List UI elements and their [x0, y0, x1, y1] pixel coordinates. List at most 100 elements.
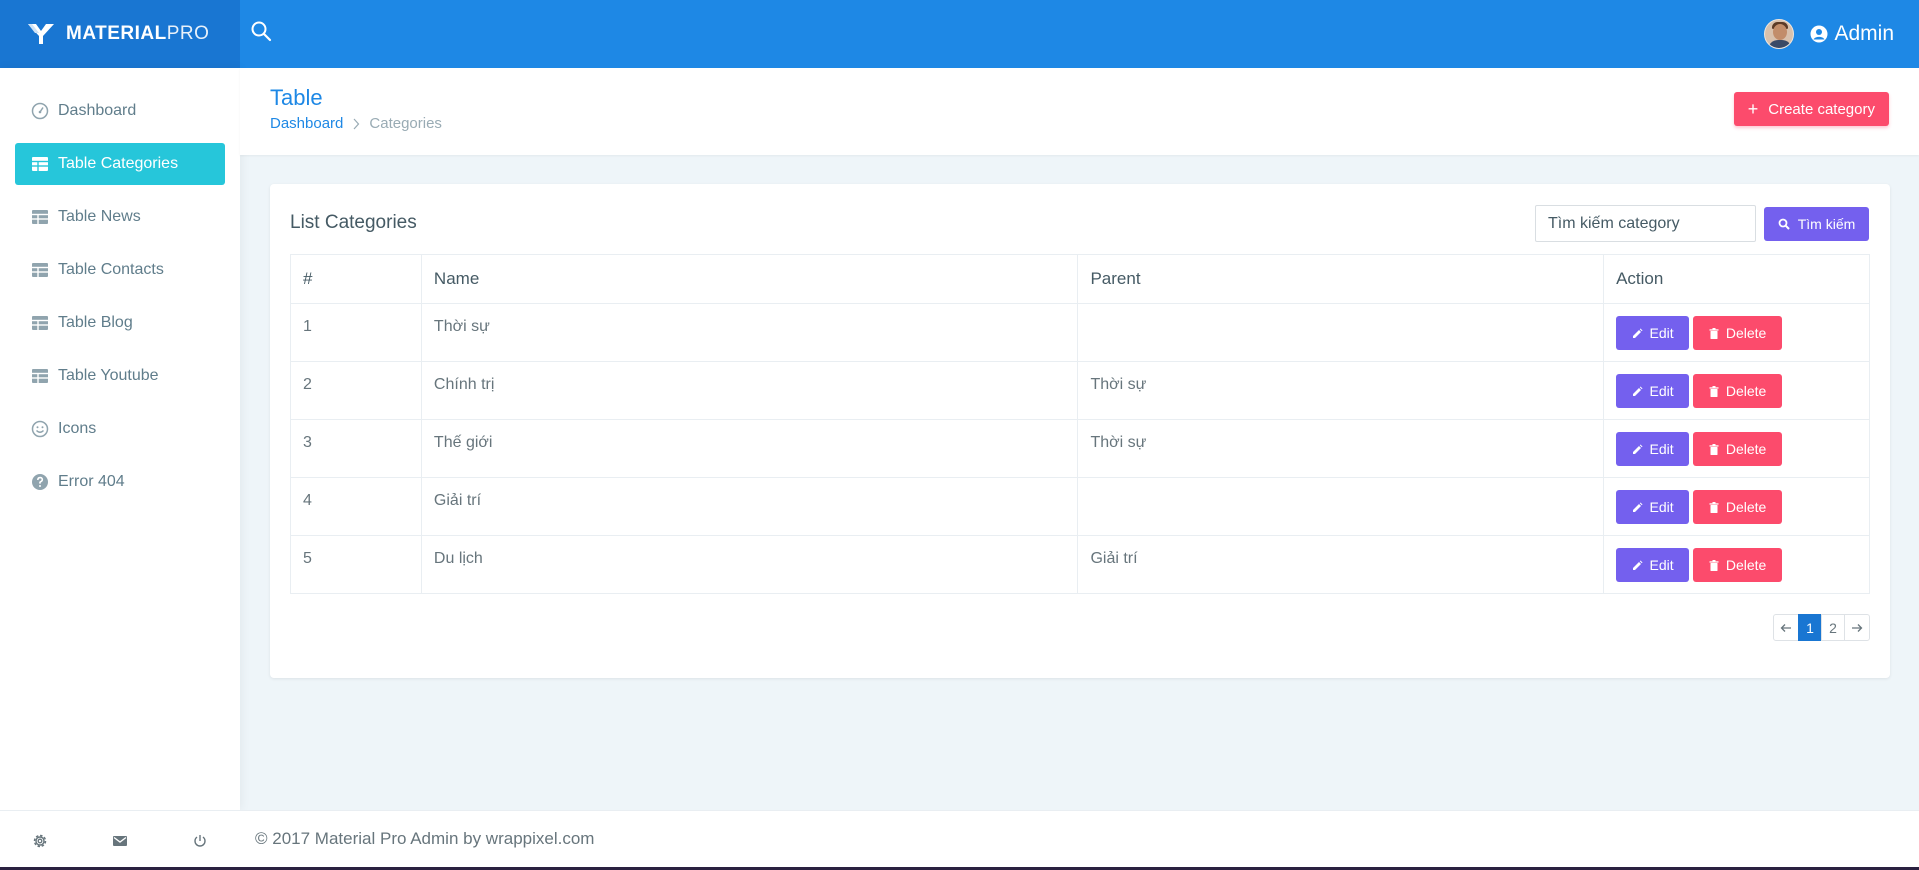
row-id: 3 [290, 419, 422, 478]
page-header: Table Dashboard Categories + Create cate… [240, 68, 1919, 155]
row-id: 5 [290, 535, 422, 594]
edit-button[interactable]: Edit [1616, 432, 1690, 466]
row-parent: Thời sự [1077, 419, 1605, 478]
sidebar-footer [0, 810, 240, 870]
delete-button[interactable]: Delete [1693, 374, 1783, 408]
search-icon[interactable] [250, 20, 276, 46]
breadcrumb-home[interactable]: Dashboard [270, 115, 343, 132]
row-parent [1077, 303, 1605, 362]
pencil-icon [1632, 560, 1650, 571]
table-icon [31, 261, 49, 279]
row-actions: Edit Delete [1603, 535, 1870, 594]
topbar: MATERIALPRO Admin [0, 0, 1919, 68]
pencil-icon [1632, 444, 1650, 455]
row-id: 2 [290, 361, 422, 420]
pencil-icon [1632, 502, 1650, 513]
table-header-row: # Name Parent Action [290, 254, 1870, 304]
row-actions: Edit Delete [1603, 477, 1870, 536]
row-actions: Edit Delete [1603, 361, 1870, 420]
table-icon [31, 208, 49, 226]
row-parent: Thời sự [1077, 361, 1605, 420]
arrow-left-icon [1780, 623, 1792, 633]
logo-icon [26, 22, 56, 46]
row-actions: Edit Delete [1603, 419, 1870, 478]
smile-icon [31, 420, 49, 438]
user-area: Admin [1764, 0, 1894, 68]
delete-button[interactable]: Delete [1693, 316, 1783, 350]
search-input[interactable] [1535, 205, 1756, 242]
column-header-name: Name [420, 254, 1079, 304]
column-header-id: # [290, 254, 422, 304]
table-icon [31, 155, 49, 173]
edit-button[interactable]: Edit [1616, 374, 1690, 408]
edit-button[interactable]: Edit [1616, 548, 1690, 582]
gear-icon[interactable] [20, 821, 60, 861]
row-id: 1 [290, 303, 422, 362]
row-name: Chính trị [420, 361, 1079, 420]
row-name: Du lịch [420, 535, 1079, 594]
trash-icon [1709, 385, 1726, 397]
sidebar-item-table-contacts[interactable]: Table Contacts [15, 249, 225, 291]
user-circle-icon [1810, 25, 1834, 43]
sidebar-item-dashboard[interactable]: Dashboard [15, 90, 225, 132]
column-header-parent: Parent [1077, 254, 1605, 304]
card-title: List Categories [290, 212, 417, 233]
delete-button[interactable]: Delete [1693, 490, 1783, 524]
page-title: Table [270, 85, 323, 110]
row-name: Giải trí [420, 477, 1079, 536]
pagination: 1 2 [1773, 614, 1870, 641]
mail-icon[interactable] [100, 821, 140, 861]
sidebar-item-table-news[interactable]: Table News [15, 196, 225, 238]
dashboard-icon [31, 102, 49, 120]
avatar[interactable] [1764, 19, 1795, 49]
column-header-action: Action [1603, 254, 1870, 304]
row-parent [1077, 477, 1605, 536]
row-actions: Edit Delete [1603, 303, 1870, 362]
table-row: 2 Chính trị Thời sự Edit Delete [290, 361, 1870, 420]
sidebar: Dashboard Table Categories Table News Ta… [0, 68, 240, 870]
page-footer: © 2017 Material Pro Admin by wrappixel.c… [240, 810, 1919, 867]
pencil-icon [1632, 328, 1650, 339]
table-row: 3 Thế giới Thời sự Edit Delete [290, 419, 1870, 478]
sidebar-item-icons[interactable]: Icons [15, 408, 225, 450]
arrow-right-icon [1851, 623, 1863, 633]
breadcrumb: Dashboard Categories [270, 115, 442, 132]
trash-icon [1709, 443, 1726, 455]
row-parent: Giải trí [1077, 535, 1605, 594]
brand-text: MATERIALPRO [66, 23, 210, 44]
power-icon[interactable] [180, 821, 220, 861]
breadcrumb-current: Categories [369, 115, 442, 132]
edit-button[interactable]: Edit [1616, 490, 1690, 524]
copyright-text: © 2017 Material Pro Admin by wrappixel.c… [255, 829, 595, 848]
help-icon [31, 473, 49, 491]
table-icon [31, 314, 49, 332]
search-icon [1778, 218, 1798, 230]
plus-icon: + [1747, 99, 1759, 119]
pencil-icon [1632, 386, 1650, 397]
sidebar-item-error-404[interactable]: Error 404 [15, 461, 225, 503]
trash-icon [1709, 559, 1726, 571]
user-menu[interactable]: Admin [1810, 22, 1894, 46]
delete-button[interactable]: Delete [1693, 432, 1783, 466]
brand[interactable]: MATERIALPRO [0, 0, 240, 68]
row-name: Thế giới [420, 419, 1079, 478]
page-button-1[interactable]: 1 [1798, 614, 1822, 641]
sidebar-item-table-blog[interactable]: Table Blog [15, 302, 225, 344]
edit-button[interactable]: Edit [1616, 316, 1690, 350]
delete-button[interactable]: Delete [1693, 548, 1783, 582]
search-button[interactable]: Tìm kiếm [1764, 207, 1869, 241]
table-row: 1 Thời sự Edit Delete [290, 303, 1870, 362]
sidebar-item-table-youtube[interactable]: Table Youtube [15, 355, 225, 397]
categories-card: List Categories Tìm kiếm # Name Parent A… [270, 184, 1890, 678]
prev-page-button[interactable] [1773, 614, 1799, 641]
sidebar-item-table-categories[interactable]: Table Categories [15, 143, 225, 185]
categories-table: # Name Parent Action 1 Thời sự Edit Delet… [290, 254, 1870, 594]
next-page-button[interactable] [1844, 614, 1870, 641]
table-row: 5 Du lịch Giải trí Edit Delete [290, 535, 1870, 594]
sidebar-nav: Dashboard Table Categories Table News Ta… [0, 68, 240, 503]
trash-icon [1709, 501, 1726, 513]
page-button-2[interactable]: 2 [1821, 614, 1845, 641]
trash-icon [1709, 327, 1726, 339]
create-category-button[interactable]: + Create category [1733, 92, 1889, 126]
row-id: 4 [290, 477, 422, 536]
